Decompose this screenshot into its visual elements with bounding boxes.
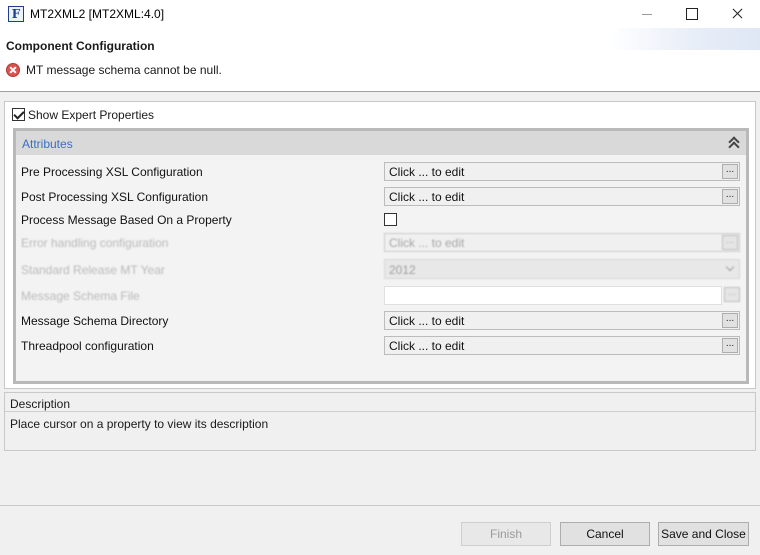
cancel-button[interactable]: Cancel xyxy=(560,522,650,546)
minimize-button[interactable] xyxy=(624,0,670,28)
error-handling-label: Error handling configuration xyxy=(21,236,169,250)
message-schema-file-browse: ... xyxy=(724,286,740,305)
show-expert-label: Show Expert Properties xyxy=(28,108,155,122)
app-icon: F xyxy=(8,6,24,22)
header-decoration xyxy=(610,28,760,50)
post-processing-xsl-browse-button[interactable]: ... xyxy=(722,189,738,204)
pre-processing-xsl-value: Click ... to edit xyxy=(389,165,465,179)
message-schema-directory-value: Click ... to edit xyxy=(389,314,465,328)
message-schema-file-label: Message Schema File xyxy=(21,289,140,303)
message-schema-file-browse-button: ... xyxy=(724,287,740,302)
post-processing-xsl-value: Click ... to edit xyxy=(389,190,465,204)
threadpool-configuration-value: Click ... to edit xyxy=(389,339,465,353)
close-button[interactable] xyxy=(714,0,760,28)
footer-divider xyxy=(0,505,760,506)
description-text: Place cursor on a property to view its d… xyxy=(10,417,269,431)
show-expert-checkbox[interactable] xyxy=(12,108,25,121)
dialog-header: Component Configuration MT message schem… xyxy=(0,28,760,92)
post-processing-xsl-label: Post Processing XSL Configuration xyxy=(21,190,208,204)
window-title: MT2XML2 [MT2XML:4.0] xyxy=(30,7,165,21)
standard-release-year-select: 2012 xyxy=(384,259,740,279)
attributes-header[interactable]: Attributes xyxy=(16,131,746,155)
message-schema-directory-label: Message Schema Directory xyxy=(21,314,169,328)
message-schema-file-input[interactable] xyxy=(384,286,722,305)
error-handling-browse-button: ... xyxy=(722,235,738,250)
pre-processing-xsl-label: Pre Processing XSL Configuration xyxy=(21,165,203,179)
message-schema-directory-field[interactable]: Click ... to edit ... xyxy=(384,311,740,330)
pre-processing-xsl-field[interactable]: Click ... to edit ... xyxy=(384,162,740,181)
standard-release-year-label: Standard Release MT Year xyxy=(21,263,165,277)
save-and-close-button[interactable]: Save and Close xyxy=(658,522,749,546)
title-bar: F MT2XML2 [MT2XML:4.0] xyxy=(0,0,760,28)
message-schema-directory-browse-button[interactable]: ... xyxy=(722,313,738,328)
collapse-icon[interactable] xyxy=(728,136,738,150)
threadpool-configuration-label: Threadpool configuration xyxy=(21,339,154,353)
finish-button[interactable]: Finish xyxy=(461,522,551,546)
post-processing-xsl-field[interactable]: Click ... to edit ... xyxy=(384,187,740,206)
pre-processing-xsl-browse-button[interactable]: ... xyxy=(722,164,738,179)
attributes-section: Attributes Pre Processing XSL Configurat… xyxy=(13,128,749,384)
threadpool-configuration-browse-button[interactable]: ... xyxy=(722,338,738,353)
process-message-property-label: Process Message Based On a Property xyxy=(21,213,232,227)
chevron-down-icon xyxy=(725,262,735,272)
properties-panel: Show Expert Properties Attributes Pre Pr… xyxy=(4,101,756,389)
description-panel: Description Place cursor on a property t… xyxy=(4,392,756,451)
error-icon xyxy=(6,63,20,77)
maximize-button[interactable] xyxy=(668,0,714,28)
page-title: Component Configuration xyxy=(6,39,155,53)
error-message: MT message schema cannot be null. xyxy=(26,63,222,77)
error-handling-value: Click ... to edit xyxy=(389,236,465,250)
threadpool-configuration-field[interactable]: Click ... to edit ... xyxy=(384,336,740,355)
error-handling-field: Click ... to edit ... xyxy=(384,233,740,252)
description-divider xyxy=(5,411,755,412)
description-title: Description xyxy=(10,397,71,411)
attributes-title: Attributes xyxy=(22,137,73,151)
standard-release-year-value: 2012 xyxy=(389,263,416,277)
process-message-property-checkbox[interactable] xyxy=(384,213,397,226)
